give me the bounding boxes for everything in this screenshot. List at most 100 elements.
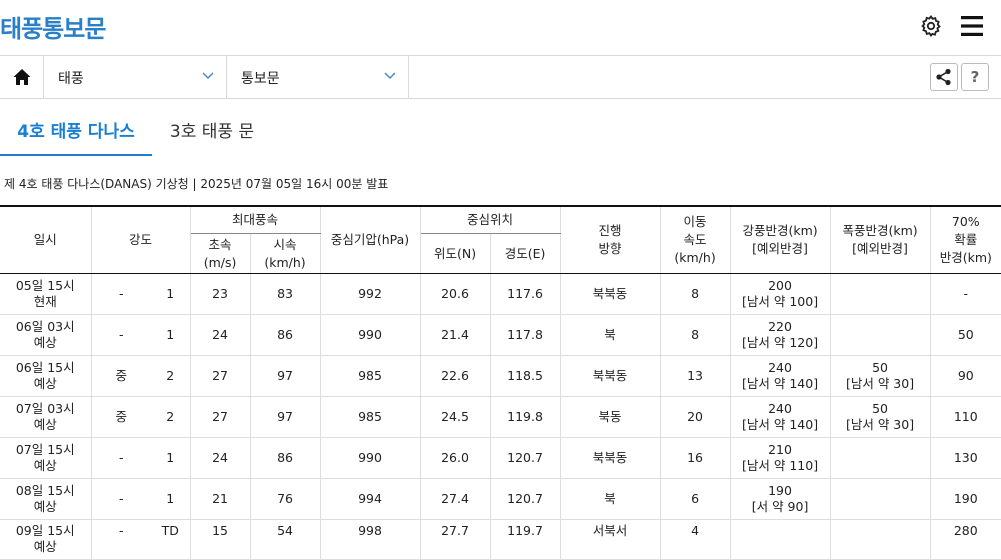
category-dropdown[interactable]: 태풍 xyxy=(44,56,227,99)
cell-speed: 16 xyxy=(659,437,731,479)
header-wind-ms: 초속 (m/s) xyxy=(189,233,251,274)
cell-speed: 13 xyxy=(659,355,731,397)
typhoon-tabs: 4호 태풍 다나스 3호 태풍 문 xyxy=(0,112,1001,156)
cell-category: 1 xyxy=(151,478,191,520)
cell-pressure: 985 xyxy=(319,355,421,397)
header-lat: 위도(N) xyxy=(419,233,491,274)
cell-lat: 21.4 xyxy=(419,314,491,356)
cell-speed: 8 xyxy=(659,273,731,315)
cell-lat: 22.6 xyxy=(419,355,491,397)
cell-lon: 117.6 xyxy=(489,273,561,315)
header-speed: 이동 속도 (km/h) xyxy=(659,206,731,274)
app-title: 태풍통보문 xyxy=(0,15,106,43)
cell-wind-ms: 24 xyxy=(189,437,251,479)
header-direction: 진행 방향 xyxy=(559,206,661,274)
cell-strength: - xyxy=(90,273,151,315)
cell-lon: 120.7 xyxy=(489,437,561,479)
subcategory-dropdown-label: 통보문 xyxy=(241,71,280,87)
table-row: 06일 15시 예상 중 2 27 97 985 22.6 118.5 북북동 13 240 [남서 약… xyxy=(0,355,1001,397)
header-lon: 경도(E) xyxy=(489,233,561,274)
cell-prob-radius: 90 xyxy=(929,355,1001,397)
cell-prob-radius: 130 xyxy=(929,437,1001,479)
cell-speed: 20 xyxy=(659,396,731,438)
cell-pressure: 985 xyxy=(319,396,421,438)
typhoon-forecast-table: 일시 강도 최대풍속 중심기압(hPa) 중심위치 진행 방향 이동 속도 (km/h… xyxy=(0,205,1001,560)
hamburger-menu-icon[interactable] xyxy=(960,14,984,38)
cell-direction: 북동 xyxy=(559,396,661,438)
cell-strength: - xyxy=(90,437,151,479)
tab-typhoon-3[interactable]: 3호 태풍 문 xyxy=(152,112,272,154)
table-row: 06일 03시 예상 -1 24 86 990 21.4 117.8 북 8 220 [남서 약 12… xyxy=(0,314,1001,356)
navigation-bar: 태풍 통보문 ? xyxy=(0,55,1001,99)
cell-direction: 북 xyxy=(559,478,661,520)
cell-wind-kmh: 86 xyxy=(249,314,321,356)
subcategory-dropdown[interactable]: 통보문 xyxy=(227,56,409,99)
share-icon xyxy=(936,68,951,86)
cell-strength: 중 xyxy=(90,396,151,438)
cell-wind-ms: 21 xyxy=(189,478,251,520)
cell-date-kind: 06일 15시 예상 xyxy=(0,355,92,397)
table-row: 08일 15시 예상 -1 21 76 994 27.4 120.7 북 6 190 [서 약 90]… xyxy=(0,478,1001,520)
cell-wind-kmh: 86 xyxy=(249,437,321,479)
cell-date-kind: 07일 15시 예상 xyxy=(0,437,92,479)
cell-storm-radius xyxy=(829,478,931,520)
header-center: 중심위치 xyxy=(419,206,561,234)
table-row: 07일 03시 예상 중 2 27 97 985 24.5 119.8 북동 20 240 [남서 약 … xyxy=(0,396,1001,438)
cell-storm-radius xyxy=(829,314,931,356)
cell-prob-radius: 50 xyxy=(929,314,1001,356)
cell-wind-ms: 27 xyxy=(189,355,251,397)
header-pressure: 중심기압(hPa) xyxy=(319,206,421,274)
tab-typhoon-4[interactable]: 4호 태풍 다나스 xyxy=(0,112,152,156)
chevron-down-icon xyxy=(384,72,396,80)
home-icon xyxy=(13,69,31,85)
cell-direction: 북북동 xyxy=(559,355,661,397)
cell-lon: 120.7 xyxy=(489,478,561,520)
table-row: 05일 15시 현재 -1 23 83 992 20.6 117.6 북북동 8 200 [남서 약 … xyxy=(0,273,1001,315)
chevron-down-icon xyxy=(202,72,214,80)
cell-speed: 6 xyxy=(659,478,731,520)
cell-category: 1 xyxy=(151,314,191,356)
cell-category: 1 xyxy=(151,437,191,479)
cell-prob-radius: 190 xyxy=(929,478,1001,520)
cell-storm-radius: 50 [남서 약 30] xyxy=(829,396,931,438)
header-prob-radius: 70% 확률 반경(km) xyxy=(929,206,1001,274)
cell-direction: 북 xyxy=(559,314,661,356)
cell-wind-ms: 27 xyxy=(189,396,251,438)
cell-storm-radius: 50 [남서 약 30] xyxy=(829,355,931,397)
cell-direction: 북북동 xyxy=(559,273,661,315)
header-gale-radius: 강풍반경(km) [예외반경] xyxy=(729,206,831,274)
cell-gale-radius: 190 [서 약 90] xyxy=(729,478,831,520)
cell-pressure: 990 xyxy=(319,314,421,356)
cell-direction: 북북동 xyxy=(559,437,661,479)
cell-prob-radius: 110 xyxy=(929,396,1001,438)
cell-wind-kmh: 97 xyxy=(249,355,321,397)
app-header: 태풍통보문 xyxy=(0,0,1001,55)
cell-pressure: 990 xyxy=(319,437,421,479)
cell-wind-kmh: 76 xyxy=(249,478,321,520)
cell-category: 1 xyxy=(151,273,191,315)
category-dropdown-label: 태풍 xyxy=(58,71,84,87)
home-button[interactable] xyxy=(0,56,44,99)
cell-category: 2 xyxy=(151,355,191,397)
cell-strength: 중 xyxy=(90,355,151,397)
cell-speed: 8 xyxy=(659,314,731,356)
cell-lon: 119.8 xyxy=(489,396,561,438)
header-storm-radius: 폭풍반경(km) [예외반경] xyxy=(829,206,931,274)
cell-lon: 118.5 xyxy=(489,355,561,397)
gear-icon[interactable] xyxy=(919,14,943,38)
cell-prob-radius: - xyxy=(929,273,1001,315)
cell-pressure: 992 xyxy=(319,273,421,315)
table-row: 07일 15시 예상 -1 24 86 990 26.0 120.7 북북동 16 210 [남서 약… xyxy=(0,437,1001,479)
cell-wind-ms: 23 xyxy=(189,273,251,315)
cell-wind-kmh: 83 xyxy=(249,273,321,315)
cell-storm-radius xyxy=(829,437,931,479)
help-button[interactable]: ? xyxy=(961,63,989,91)
cell-date-kind: 07일 03시 예상 xyxy=(0,396,92,438)
cell-date-kind: 06일 03시 예상 xyxy=(0,314,92,356)
cell-gale-radius: 210 [남서 약 110] xyxy=(729,437,831,479)
header-datetime: 일시 xyxy=(0,206,92,274)
cell-lat: 27.4 xyxy=(419,478,491,520)
cell-gale-radius: 240 [남서 약 140] xyxy=(729,355,831,397)
cell-date-kind: 08일 15시 예상 xyxy=(0,478,92,520)
share-button[interactable] xyxy=(930,63,958,91)
